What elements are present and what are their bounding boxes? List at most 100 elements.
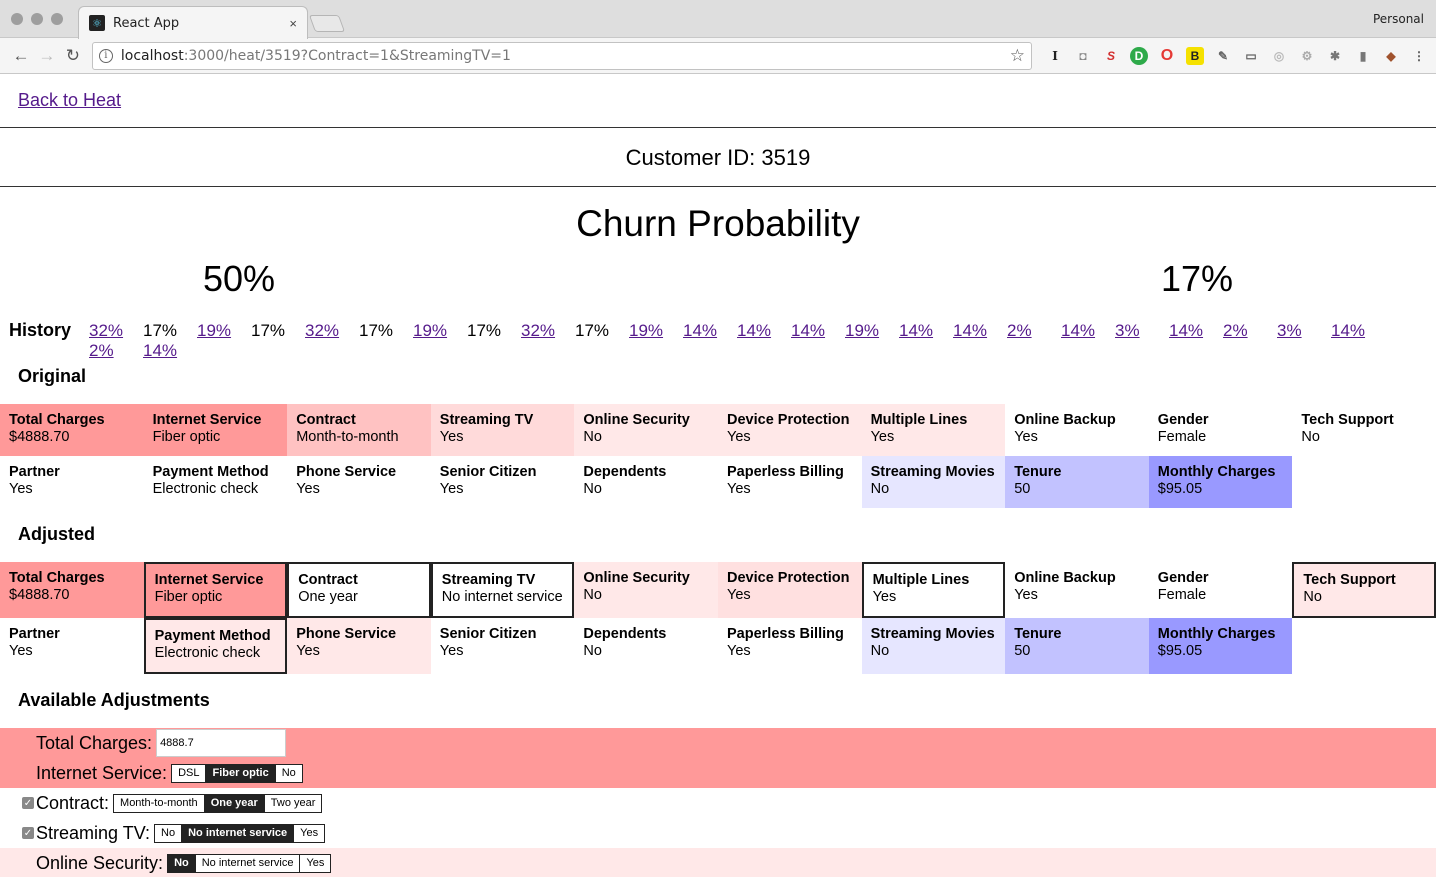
info-extension-icon[interactable]: ▮	[1354, 47, 1372, 65]
feature-label: Senior Citizen	[439, 626, 537, 642]
history-item[interactable]: 14%	[143, 341, 197, 361]
history-item: 17%	[467, 321, 502, 340]
history-item[interactable]: 3%	[1115, 321, 1169, 341]
history-item[interactable]: 32%	[521, 321, 575, 341]
profile-button[interactable]: Personal	[1373, 12, 1424, 26]
url-text[interactable]: localhost:3000/heat/3519?Contract=1&Stre…	[121, 48, 1010, 64]
history-item[interactable]: 19%	[629, 321, 683, 341]
history-item[interactable]: 19%	[197, 321, 251, 341]
new-tab-button[interactable]	[308, 15, 346, 32]
feature-label: Total Charges	[9, 412, 105, 428]
option-button[interactable]: One year	[203, 794, 264, 812]
gear-extension-icon[interactable]: ⚙	[1298, 47, 1316, 65]
pin-extension-icon[interactable]: ✎	[1214, 47, 1232, 65]
history-item[interactable]: 32%	[305, 321, 359, 341]
option-button[interactable]: Fiber optic	[205, 764, 275, 782]
total-charges-input[interactable]	[156, 729, 287, 757]
feature-cell: Paperless Billing Yes	[718, 456, 862, 508]
feature-label: Monthly Charges	[1157, 464, 1276, 480]
feature-label: Online Security	[583, 570, 690, 586]
history-item[interactable]: 2%	[1223, 321, 1277, 341]
feature-cell: Online Security No	[574, 562, 718, 618]
history-item[interactable]: 2%	[89, 341, 143, 361]
sync-extension-icon[interactable]: ◎	[1270, 47, 1288, 65]
feature-label: Contract	[296, 412, 356, 428]
close-tab-icon[interactable]: ×	[289, 16, 297, 31]
feature-value: $4888.70	[9, 587, 70, 603]
option-button[interactable]: Two year	[263, 794, 322, 812]
original-section-title: Original	[18, 366, 87, 386]
history-item[interactable]: 19%	[413, 321, 467, 341]
feature-label: Device Protection	[727, 412, 850, 428]
forward-arrow-icon[interactable]: →	[34, 46, 60, 66]
browser-tab[interactable]: ⚛ React App ×	[78, 6, 308, 39]
option-button[interactable]: No	[274, 764, 302, 782]
feature-label: Tenure	[1014, 464, 1062, 480]
feature-value: Yes	[296, 643, 320, 659]
feature-label: Internet Service	[154, 572, 264, 588]
feature-value: Yes	[727, 481, 751, 497]
feature-value: Fiber optic	[152, 429, 221, 445]
feature-cell: Contract Month-to-month	[287, 404, 431, 456]
option-button[interactable]: No	[168, 854, 195, 872]
more-menu-icon[interactable]: ⋮	[1410, 47, 1428, 65]
feature-label: Contract	[298, 572, 358, 588]
option-button[interactable]: No internet service	[181, 824, 294, 842]
cast-icon[interactable]: ▭	[1242, 47, 1260, 65]
bug-extension-icon[interactable]: ✱	[1326, 47, 1344, 65]
option-button[interactable]: Month-to-month	[114, 794, 204, 812]
option-button[interactable]: No internet service	[194, 854, 300, 872]
feature-value: Fiber optic	[154, 589, 223, 605]
feature-cell: Paperless Billing Yes	[718, 618, 862, 674]
feature-cell: Payment Method Electronic check	[143, 618, 288, 674]
info-icon[interactable]: i	[98, 48, 113, 63]
feature-cell: Gender Female	[1148, 404, 1293, 456]
bookmark-star-icon[interactable]: ☆	[1010, 46, 1025, 66]
option-button[interactable]: DSL	[172, 764, 206, 782]
reload-icon[interactable]: ↻	[60, 46, 86, 66]
close-window-button[interactable]	[11, 13, 23, 25]
feature-cell: Payment Method Electronic check	[143, 456, 288, 508]
history-item[interactable]: 14%	[683, 321, 737, 341]
extensions-bar: I ◘ S D O B ✎ ▭ ◎ ⚙ ✱ ▮ ◆ ⋮	[1046, 46, 1428, 65]
history-item[interactable]: 14%	[791, 321, 845, 341]
instapaper-extension-icon[interactable]: I	[1046, 47, 1064, 65]
option-button[interactable]: Yes	[293, 824, 325, 842]
history-item[interactable]: 19%	[845, 321, 899, 341]
history-item[interactable]: 14%	[1061, 321, 1115, 341]
option-button[interactable]: Yes	[299, 854, 331, 872]
url-path: :3000/heat/3519?Contract=1&StreamingTV=1	[183, 47, 511, 64]
feature-label: Device Protection	[727, 570, 850, 586]
history-item[interactable]: 14%	[899, 321, 953, 341]
option-button[interactable]: No	[155, 824, 182, 842]
back-to-heat-link[interactable]: Back to Heat	[18, 90, 121, 111]
maximize-window-button[interactable]	[51, 13, 63, 25]
address-bar[interactable]: i localhost:3000/heat/3519?Contract=1&St…	[91, 41, 1033, 70]
feature-label: Paperless Billing	[727, 626, 844, 642]
react-logo-icon: ⚛	[89, 15, 105, 31]
feature-value: No	[583, 429, 602, 445]
adjustment-checkbox[interactable]: ✓	[22, 797, 34, 809]
history-item[interactable]: 14%	[1169, 321, 1223, 341]
feature-value: Yes	[439, 481, 464, 497]
b-extension-icon[interactable]: B	[1186, 46, 1205, 65]
monkey-extension-icon[interactable]: ◆	[1382, 47, 1400, 65]
minimize-window-button[interactable]	[31, 13, 43, 25]
adjustment-checkbox[interactable]: ✓	[22, 827, 34, 839]
history-item[interactable]: 14%	[953, 321, 1007, 341]
s-extension-icon[interactable]: S	[1102, 47, 1120, 65]
adjustment-label: Streaming TV:	[36, 822, 151, 843]
back-arrow-icon[interactable]: ←	[8, 46, 34, 66]
feature-label: Online Backup	[1014, 412, 1116, 428]
d-extension-icon[interactable]: D	[1130, 46, 1149, 65]
camera-extension-icon[interactable]: ◘	[1074, 47, 1092, 65]
history-item[interactable]: 14%	[737, 321, 791, 341]
history-item[interactable]: 2%	[1007, 321, 1061, 341]
history-item[interactable]: 14%	[1331, 321, 1385, 341]
history-item[interactable]: 3%	[1277, 321, 1331, 341]
adjustment-row: Online Security: No No internet service Yes	[0, 848, 1436, 877]
opera-extension-icon[interactable]: O	[1158, 47, 1176, 65]
feature-cell: Partner Yes	[0, 456, 144, 508]
feature-cell: Multiple Lines Yes	[861, 562, 1006, 618]
history-item[interactable]: 32%	[89, 321, 143, 341]
